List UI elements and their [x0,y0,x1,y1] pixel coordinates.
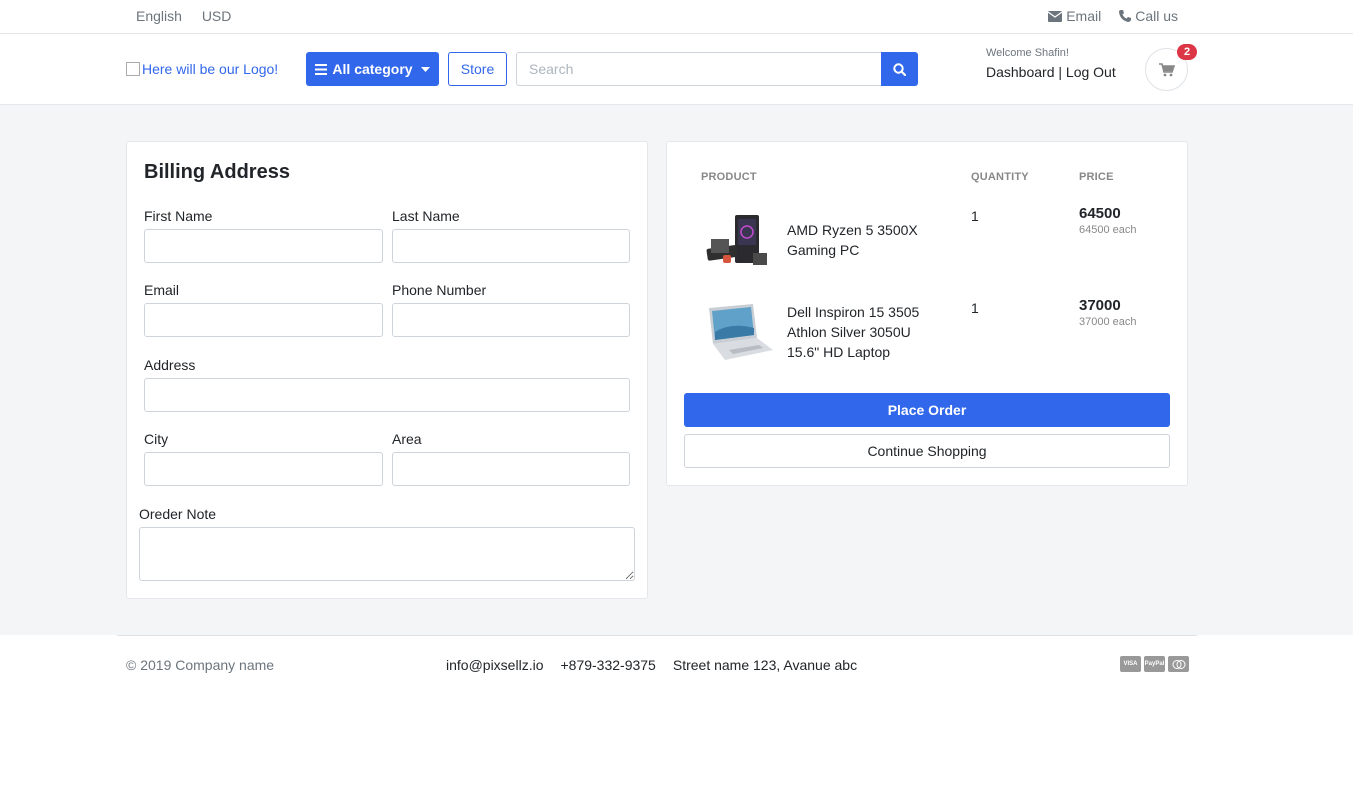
site-logo[interactable]: Here will be our Logo! [126,61,278,77]
last-name-label: Last Name [392,208,460,224]
gaming-pc-image [706,215,767,265]
all-category-label: All category [332,61,413,77]
footer-phone[interactable]: +879-332-9375 [560,657,655,673]
product-name: Dell Inspiron 15 3505 Athlon Silver 3050… [787,304,920,360]
footer-copyright: © 2019 Company name [126,657,275,673]
cart-count-badge: 2 [1177,44,1197,60]
billing-title: Billing Address [144,161,290,183]
call-link[interactable]: Call us [1119,8,1178,24]
phone-field[interactable] [392,303,630,337]
search-input[interactable] [516,52,882,86]
city-field[interactable] [144,452,383,486]
footer-divider [117,635,1197,636]
place-order-button[interactable]: Place Order [684,393,1170,427]
first-name-field[interactable] [144,229,383,263]
welcome-text: Welcome Shafin! [986,47,1069,59]
footer-address: Street name 123, Avanue abc [672,657,858,673]
link-separator: | [1058,64,1063,80]
product-unit-price: 37000 each [1079,316,1137,328]
visa-icon: VISA [1120,656,1141,672]
phone-label: Phone Number [392,282,487,298]
quantity-column-header: QUANTITY [971,171,1029,183]
product-column-header: PRODUCT [701,171,757,183]
area-label: Area [392,431,422,447]
product-price: 64500 [1079,205,1121,222]
store-button[interactable]: Store [448,52,507,86]
account-links: Dashboard | Log Out [986,64,1116,80]
caret-down-icon [420,66,430,72]
email-link[interactable]: Email [1048,8,1101,24]
call-link-label: Call us [1135,8,1178,24]
billing-address-card: Billing Address First Name Last Name Ema… [126,141,648,599]
phone-icon [1119,10,1132,22]
bars-icon [315,63,328,75]
footer-email[interactable]: info@pixsellz.io [446,657,543,673]
top-contact-links: Email Call us [1048,8,1178,24]
language-selector[interactable]: English [136,8,182,24]
all-category-dropdown[interactable]: All category [306,52,439,86]
search-icon [893,62,906,76]
broken-image-icon [126,62,140,76]
continue-shopping-button[interactable]: Continue Shopping [684,434,1170,468]
product-unit-price: 64500 each [1079,224,1137,236]
main-header: Here will be our Logo! All category Stor… [0,35,1353,105]
email-label: Email [144,282,180,298]
city-label: City [144,431,169,447]
product-name: AMD Ryzen 5 3500X Gaming PC [787,222,918,258]
envelope-icon [1048,10,1063,22]
logout-link[interactable]: Log Out [1066,64,1116,80]
email-field[interactable] [144,303,383,337]
email-link-label: Email [1066,8,1102,24]
locale-switchers: English USD [136,8,247,24]
order-note-label: Oreder Note [139,506,217,522]
currency-selector[interactable]: USD [202,8,232,24]
price-column-header: PRICE [1079,171,1114,183]
top-bar: English USD Email Call us [0,0,1353,34]
search-button[interactable] [881,52,918,86]
product-quantity: 1 [971,208,979,224]
address-label: Address [144,357,196,373]
product-price: 37000 [1079,297,1121,314]
laptop-image [709,304,773,360]
order-summary-card: PRODUCT QUANTITY PRICE AMD Ryzen 5 3500X… [666,141,1188,486]
order-note-field[interactable] [139,527,635,581]
shopping-cart-icon [1158,62,1175,76]
mastercard-icon [1168,656,1189,672]
footer-contact: info@pixsellz.io +879-332-9375 Street na… [446,657,857,673]
area-field[interactable] [392,452,630,486]
paypal-icon: PayPal [1144,656,1165,672]
first-name-label: First Name [144,208,213,224]
product-quantity: 1 [971,300,979,316]
logo-alt-text: Here will be our Logo! [142,61,279,77]
address-field[interactable] [144,378,630,412]
dashboard-link[interactable]: Dashboard [986,64,1055,80]
last-name-field[interactable] [392,229,630,263]
payment-methods: VISA PayPal [1120,656,1189,672]
